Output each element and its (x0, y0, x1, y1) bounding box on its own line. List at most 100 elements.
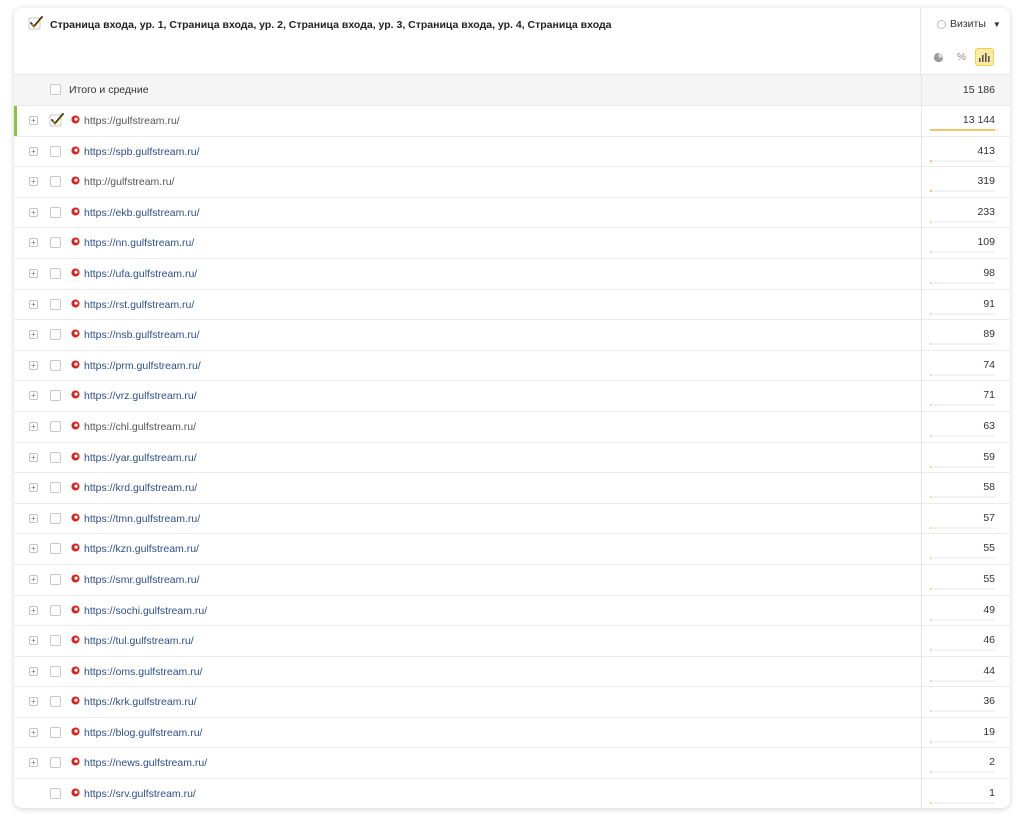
expand-plus-icon[interactable]: + (29, 207, 38, 217)
expand-plus-icon[interactable]: + (29, 177, 38, 187)
row-checkbox[interactable] (50, 696, 61, 708)
table-row[interactable]: + https://smr.gulfstream.ru/ 55 (14, 564, 1010, 596)
row-checkbox[interactable] (50, 512, 61, 524)
row-checkbox[interactable] (50, 635, 61, 647)
total-checkbox[interactable] (50, 84, 61, 95)
row-checkbox[interactable] (50, 298, 61, 310)
row-checkbox[interactable] (50, 237, 61, 249)
row-url-link[interactable]: https://vrz.gulfstream.ru/ (84, 390, 197, 402)
row-url-link[interactable]: http://gulfstream.ru/ (84, 176, 174, 188)
expand-plus-icon[interactable]: + (29, 544, 38, 554)
table-row[interactable]: + https://krk.gulfstream.ru/ 36 (14, 687, 1010, 718)
pie-view-button[interactable] (929, 48, 948, 66)
row-checkbox[interactable] (50, 726, 61, 738)
row-checkbox[interactable] (50, 757, 61, 769)
metric-dropdown[interactable]: Визиты ▼ (937, 18, 1001, 30)
table-row[interactable]: + https://chl.gulfstream.ru/ 63 (14, 411, 1010, 443)
row-url-link[interactable]: https://sochi.gulfstream.ru/ (84, 605, 207, 617)
expand-plus-icon[interactable]: + (29, 330, 38, 340)
row-url-link[interactable]: https://rst.gulfstream.ru/ (84, 299, 194, 311)
expand-plus-icon[interactable]: + (29, 238, 38, 248)
table-row[interactable]: + https://tul.gulfstream.ru/ 46 (14, 626, 1010, 657)
row-checkbox[interactable] (50, 176, 61, 188)
expand-plus-icon[interactable]: + (29, 116, 38, 125)
row-url-link[interactable]: https://blog.gulfstream.ru/ (84, 727, 202, 739)
expand-plus-icon[interactable]: + (29, 299, 38, 309)
table-row[interactable]: + https://news.gulfstream.ru/ 2 (14, 748, 1010, 780)
table-row[interactable]: + https://rst.gulfstream.ru/ 91 (14, 289, 1010, 321)
row-checkbox[interactable] (50, 206, 61, 218)
expand-plus-icon[interactable]: + (29, 513, 38, 523)
table-row[interactable]: + https://ufa.gulfstream.ru/ 98 (14, 258, 1010, 290)
table-row[interactable]: + https://yar.gulfstream.ru/ 59 (14, 442, 1010, 474)
row-checkbox[interactable] (50, 267, 61, 279)
visits-share-bar (930, 129, 995, 131)
table-row[interactable]: + https://vrz.gulfstream.ru/ 71 (14, 381, 1010, 412)
expand-plus-icon[interactable]: + (29, 666, 38, 676)
row-checkbox[interactable] (50, 451, 61, 463)
row-url-link[interactable]: https://spb.gulfstream.ru/ (84, 146, 200, 158)
row-checkbox[interactable] (50, 573, 61, 585)
row-url-link[interactable]: https://krk.gulfstream.ru/ (84, 696, 197, 708)
table-row[interactable]: + https://tmn.gulfstream.ru/ 57 (14, 503, 1010, 535)
row-url-link[interactable]: https://kzn.gulfstream.ru/ (84, 543, 199, 555)
row-url-link[interactable]: https://oms.gulfstream.ru/ (84, 666, 202, 678)
table-row[interactable]: + https://nsb.gulfstream.ru/ 89 (14, 320, 1010, 351)
row-url-link[interactable]: https://krd.gulfstream.ru/ (84, 482, 197, 494)
checkmark-icon[interactable] (48, 111, 64, 127)
table-row[interactable]: + https://kzn.gulfstream.ru/ 55 (14, 534, 1010, 565)
row-checkbox[interactable] (50, 604, 61, 616)
row-checkbox[interactable] (50, 788, 61, 800)
expand-plus-icon[interactable]: + (29, 360, 38, 370)
expand-plus-icon[interactable]: + (29, 636, 38, 646)
table-row[interactable]: + https://prm.gulfstream.ru/ 74 (14, 350, 1010, 382)
info-icon[interactable] (937, 19, 946, 29)
checkmark-icon[interactable] (28, 15, 44, 31)
expand-plus-icon[interactable]: + (29, 391, 38, 401)
table-row[interactable]: https://srv.gulfstream.ru/ 1 (14, 779, 1010, 808)
row-url-link[interactable]: https://ufa.gulfstream.ru/ (84, 268, 197, 280)
table-row[interactable]: + https://nn.gulfstream.ru/ 109 (14, 228, 1010, 259)
row-checkbox[interactable] (50, 329, 61, 341)
row-checkbox[interactable] (50, 420, 61, 432)
row-checkbox[interactable] (50, 359, 61, 371)
row-checkbox[interactable] (50, 482, 61, 494)
row-url-link[interactable]: https://nn.gulfstream.ru/ (84, 237, 194, 249)
row-url-link[interactable]: https://srv.gulfstream.ru/ (84, 788, 196, 800)
expand-plus-icon[interactable]: + (29, 421, 38, 431)
expand-plus-icon[interactable]: + (29, 605, 38, 615)
table-row[interactable]: + http://gulfstream.ru/ 319 (14, 167, 1010, 198)
row-url-link[interactable]: https://tul.gulfstream.ru/ (84, 635, 194, 647)
expand-plus-icon[interactable]: + (29, 483, 38, 493)
percent-view-button[interactable]: % (952, 48, 971, 66)
row-url-link[interactable]: https://smr.gulfstream.ru/ (84, 574, 200, 586)
expand-plus-icon[interactable]: + (29, 574, 38, 584)
bar-view-button[interactable] (975, 48, 994, 66)
expand-plus-icon[interactable]: + (29, 146, 38, 156)
row-checkbox[interactable] (50, 390, 61, 402)
row-url-link[interactable]: https://yar.gulfstream.ru/ (84, 452, 197, 464)
row-url-link[interactable]: https://prm.gulfstream.ru/ (84, 360, 201, 372)
expand-plus-icon[interactable]: + (29, 727, 38, 737)
row-checkbox[interactable] (50, 543, 61, 555)
expand-plus-icon[interactable]: + (29, 758, 38, 768)
table-row[interactable]: + https://sochi.gulfstream.ru/ 49 (14, 595, 1010, 627)
expand-plus-icon[interactable]: + (29, 452, 38, 462)
expand-plus-icon[interactable]: + (29, 697, 38, 707)
table-row[interactable]: + https://krd.gulfstream.ru/ 58 (14, 473, 1010, 504)
row-url-link[interactable]: https://ekb.gulfstream.ru/ (84, 207, 200, 219)
row-url-link[interactable]: https://nsb.gulfstream.ru/ (84, 329, 200, 341)
dimensions-header[interactable]: Страница входа, ур. 1, Страница входа, у… (14, 8, 921, 74)
row-checkbox[interactable] (50, 145, 61, 157)
row-url-link[interactable]: https://news.gulfstream.ru/ (84, 757, 207, 769)
row-url-link[interactable]: https://chl.gulfstream.ru/ (84, 421, 196, 433)
row-url-link[interactable]: https://tmn.gulfstream.ru/ (84, 513, 200, 525)
table-row[interactable]: + https://blog.gulfstream.ru/ 19 (14, 717, 1010, 749)
row-url-link[interactable]: https://gulfstream.ru/ (84, 115, 180, 127)
expand-plus-icon[interactable]: + (29, 268, 38, 278)
table-row[interactable]: + https://gulfstream.ru/ 13 144 (14, 106, 1010, 137)
table-row[interactable]: + https://ekb.gulfstream.ru/ 233 (14, 197, 1010, 229)
table-row[interactable]: + https://oms.gulfstream.ru/ 44 (14, 656, 1010, 688)
table-row[interactable]: + https://spb.gulfstream.ru/ 413 (14, 136, 1010, 168)
row-checkbox[interactable] (50, 665, 61, 677)
